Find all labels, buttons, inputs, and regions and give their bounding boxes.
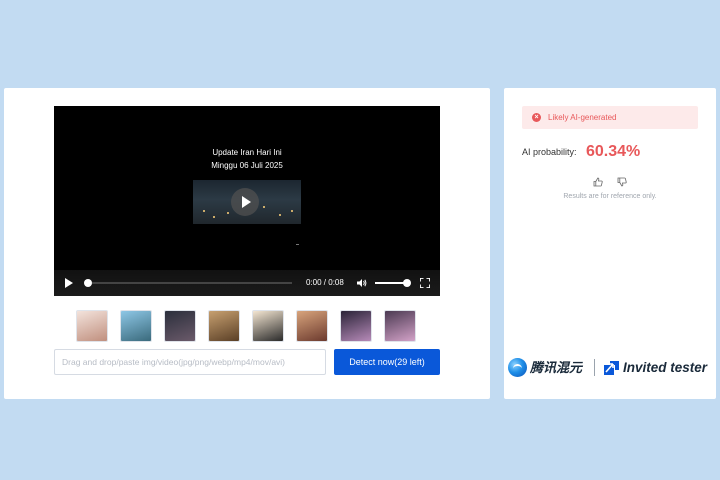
thumbs-down-icon[interactable] xyxy=(617,177,627,187)
video-controls: 0:00 / 0:08 xyxy=(54,270,440,296)
video-frame xyxy=(193,180,301,224)
sample-thumbnail[interactable] xyxy=(252,310,284,342)
volume-icon[interactable] xyxy=(357,278,367,288)
frame-light xyxy=(291,210,293,212)
upload-input[interactable] xyxy=(54,349,326,375)
sample-thumbnail[interactable] xyxy=(208,310,240,342)
detector-panel: Update Iran Hari Ini Minggu 06 Juli 2025… xyxy=(4,88,490,399)
result-panel: × Likely AI-generated AI probability: 60… xyxy=(504,88,716,399)
probability-value: 60.34% xyxy=(586,143,641,160)
caption-line-2: Minggu 06 Juli 2025 xyxy=(211,161,283,170)
frame-light xyxy=(213,216,215,218)
sample-thumbnail[interactable] xyxy=(384,310,416,342)
frame-light xyxy=(227,212,229,214)
sample-gallery xyxy=(76,310,421,342)
brand-name: 腾讯混元 xyxy=(530,360,583,375)
tester-label: Invited tester xyxy=(623,360,708,375)
play-icon[interactable] xyxy=(65,278,73,288)
video-caption: Update Iran Hari Ini Minggu 06 Juli 2025 xyxy=(54,146,440,172)
seek-bar[interactable] xyxy=(92,282,292,284)
big-play-icon[interactable] xyxy=(231,188,259,216)
sample-thumbnail[interactable] xyxy=(340,310,372,342)
tester-badge-icon xyxy=(604,361,619,375)
status-badge: × Likely AI-generated xyxy=(522,106,698,129)
brand-divider xyxy=(594,359,595,376)
sample-thumbnail[interactable] xyxy=(164,310,196,342)
frame-light xyxy=(263,206,265,208)
frame-light xyxy=(203,210,205,212)
hunyuan-logo-icon xyxy=(508,358,527,377)
sample-thumbnail[interactable] xyxy=(120,310,152,342)
volume-handle[interactable] xyxy=(403,279,411,287)
probability-label: AI probability: xyxy=(522,147,577,157)
seek-handle[interactable] xyxy=(84,279,92,287)
video-player[interactable]: Update Iran Hari Ini Minggu 06 Juli 2025… xyxy=(54,106,440,296)
thumbs-up-icon[interactable] xyxy=(593,177,603,187)
time-display: 0:00 / 0:08 xyxy=(306,278,344,287)
frame-marker xyxy=(296,244,299,245)
fullscreen-icon[interactable] xyxy=(420,278,430,288)
detect-button[interactable]: Detect now(29 left) xyxy=(334,349,440,375)
reference-note: Results are for reference only. xyxy=(563,193,657,200)
status-text: Likely AI-generated xyxy=(548,113,617,122)
error-icon: × xyxy=(532,113,541,122)
frame-light xyxy=(279,214,281,216)
caption-line-1: Update Iran Hari Ini xyxy=(212,148,282,157)
sample-thumbnail[interactable] xyxy=(296,310,328,342)
branding: 腾讯混元 Invited tester xyxy=(508,356,714,380)
sample-thumbnail[interactable] xyxy=(76,310,108,342)
